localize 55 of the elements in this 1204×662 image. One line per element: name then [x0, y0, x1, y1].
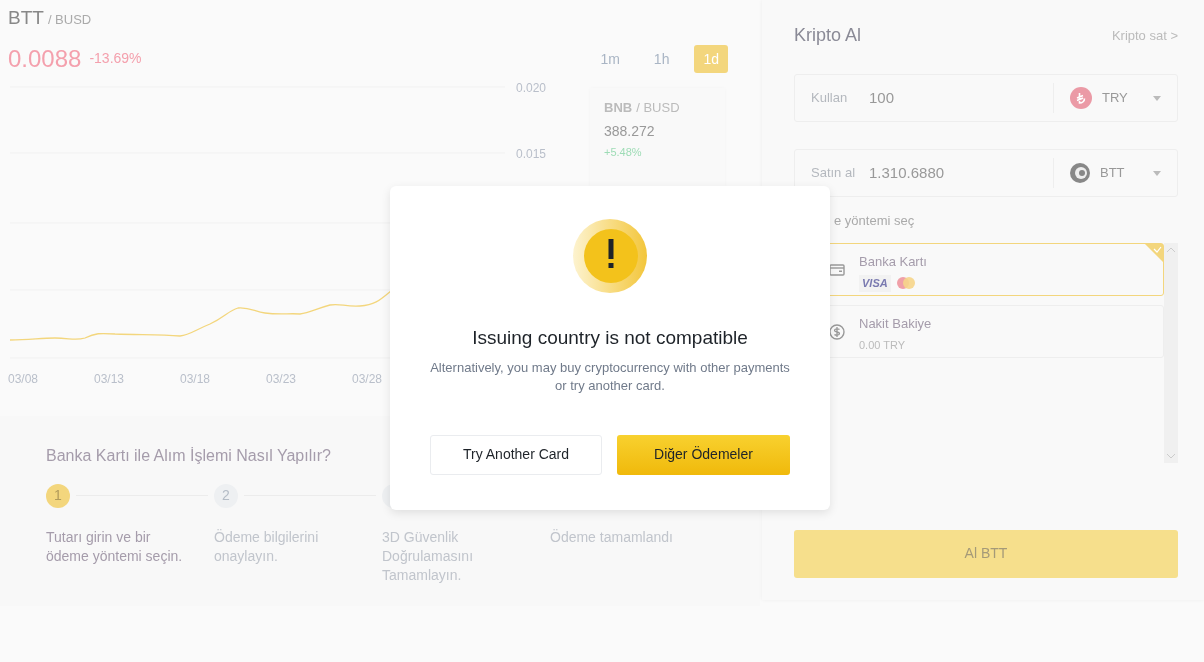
- warning-icon: [572, 218, 648, 294]
- card-icon: [829, 261, 845, 278]
- ticker-change: +5.48%: [604, 145, 643, 160]
- axis-label: 0.020: [516, 79, 547, 97]
- price-change: -13.69%: [89, 49, 142, 68]
- ticker-symbol: BNB: [604, 98, 633, 117]
- payment-name: Nakit Bakiye: [859, 314, 932, 333]
- check-corner-icon: [1145, 243, 1163, 262]
- field-label: Kullan: [811, 89, 849, 108]
- dialog-message: Alternatively, you may buy cryptocurrency with other payments or try another card.: [430, 358, 790, 395]
- sell-link[interactable]: Kripto sat >: [1111, 25, 1178, 46]
- interval-tab[interactable]: 1h: [644, 44, 679, 73]
- panel-title: Kripto Al: [794, 24, 862, 47]
- try-another-card-button[interactable]: Try Another Card: [430, 434, 602, 475]
- currency-code: TRY: [1102, 89, 1128, 108]
- interval-tab[interactable]: 1m: [591, 44, 629, 73]
- interval-tab[interactable]: 1d: [694, 44, 728, 73]
- card-brand-logo: VISA: [859, 275, 891, 292]
- currency-code: BTT: [1100, 164, 1125, 183]
- axis-label: 03/18: [180, 370, 212, 388]
- balance-amount: 0.00 TRY: [859, 338, 907, 353]
- card-brand-icon: [894, 276, 917, 291]
- axis-label: 03/08: [8, 370, 40, 388]
- currency-select[interactable]: TRY: [1053, 83, 1161, 113]
- axis-label: 03/13: [94, 370, 126, 388]
- currency-select[interactable]: BTT: [1053, 158, 1161, 188]
- other-payments-button[interactable]: Diğer Ödemeler: [617, 434, 790, 475]
- caret-icon: [1153, 170, 1161, 176]
- axis-label: 0.015: [516, 145, 547, 163]
- payment-name: Banka Kartı: [859, 252, 927, 271]
- field-label: Satın al: [811, 164, 857, 183]
- quote-currency: / BUSD: [47, 11, 92, 29]
- amount-field[interactable]: Satın al 1.310.6880 BTT: [794, 149, 1178, 197]
- section-label: e yöntemi seç: [834, 212, 916, 230]
- coin-icon: [1070, 163, 1090, 183]
- amount-field[interactable]: Kullan 100 TRY: [794, 74, 1178, 122]
- axis-label: 03/23: [266, 370, 298, 388]
- guide-title: Banka Kartı ile Alım İşlemi Nasıl Yapılır?: [46, 445, 331, 466]
- field-value: 100: [869, 87, 896, 108]
- scroll-up-icon[interactable]: [1167, 246, 1175, 252]
- dialog-title: Issuing country is not compatible: [471, 326, 749, 350]
- ticker-price: 388.272: [604, 122, 656, 141]
- buy-button[interactable]: Al BTT: [794, 529, 1178, 578]
- lira-coin-icon: [1070, 87, 1092, 109]
- scrollbar[interactable]: [1164, 242, 1178, 463]
- price: 0.0088: [8, 43, 82, 74]
- field-value: 1.310.6880: [869, 162, 946, 183]
- pair-symbol: BTT: [8, 6, 44, 30]
- scroll-down-icon[interactable]: [1167, 453, 1175, 459]
- dollar-coin-icon: [829, 323, 845, 340]
- step-number: 1: [46, 483, 70, 508]
- step-number: 2: [214, 483, 238, 508]
- step-text: Tutarı girin ve bir ödeme yöntemi seçin.: [46, 527, 184, 566]
- quote-currency: / BUSD: [636, 98, 680, 117]
- caret-icon: [1153, 95, 1161, 101]
